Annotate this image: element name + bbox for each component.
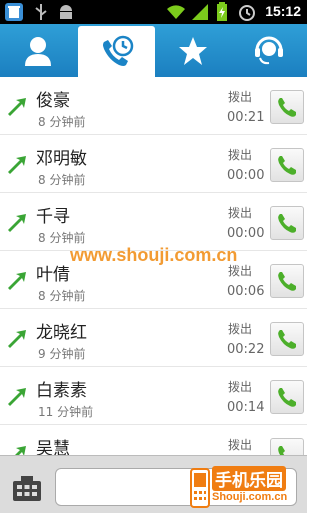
call-duration: 00:00 xyxy=(227,226,265,241)
trash-notification-icon xyxy=(5,3,23,21)
contact-name: 白素素 xyxy=(36,381,87,401)
contact-name: 吴慧 xyxy=(36,439,70,455)
phone-icon xyxy=(278,330,296,349)
phone-icon xyxy=(278,98,296,117)
outgoing-call-icon xyxy=(8,330,26,348)
phone-logo-icon xyxy=(190,468,210,508)
contact-name: 俊豪 xyxy=(36,91,70,111)
call-button[interactable] xyxy=(270,206,304,240)
call-time-ago: 8 分钟前 xyxy=(38,173,86,187)
call-log-row[interactable]: 吴慧 拨出 xyxy=(0,425,307,455)
star-icon xyxy=(179,36,207,65)
brand-logo: 手机乐园 Shouji.com.cn xyxy=(190,466,305,510)
call-type: 拨出 xyxy=(228,148,253,162)
phone-icon xyxy=(278,272,296,291)
call-log-row[interactable]: 白素素 11 分钟前 拨出 00:14 xyxy=(0,367,307,425)
outgoing-call-icon xyxy=(8,388,26,406)
contact-name: 龙晓红 xyxy=(36,323,87,343)
tab-contacts[interactable] xyxy=(0,24,76,77)
android-debug-icon xyxy=(60,5,72,19)
tab-groups[interactable] xyxy=(231,24,307,77)
phone-icon xyxy=(278,388,296,407)
call-duration: 00:14 xyxy=(227,400,265,415)
call-log-icon xyxy=(102,35,133,66)
signal-icon xyxy=(192,4,208,20)
status-time: 15:12 xyxy=(265,3,301,19)
phone-icon xyxy=(278,214,296,233)
phone-icon xyxy=(278,156,296,175)
contact-name: 千寻 xyxy=(36,207,70,227)
contact-name: 叶倩 xyxy=(36,265,70,285)
tab-call-log[interactable] xyxy=(78,26,155,77)
call-log-list[interactable]: 俊豪 8 分钟前 拨出 00:21 邓明敏 8 分钟前 拨出 00:00 千寻 … xyxy=(0,77,307,455)
watermark: www.shouji.com.cn xyxy=(70,245,238,265)
call-time-ago: 8 分钟前 xyxy=(38,231,86,245)
outgoing-call-icon xyxy=(8,214,26,232)
dialpad-button[interactable] xyxy=(12,476,42,506)
call-type: 拨出 xyxy=(228,322,253,336)
call-log-row[interactable]: 千寻 8 分钟前 拨出 00:00 xyxy=(0,193,307,251)
call-duration: 00:21 xyxy=(227,110,265,125)
wifi-icon xyxy=(167,5,185,19)
call-type: 拨出 xyxy=(228,380,253,394)
logo-text: 手机乐园 xyxy=(212,466,286,491)
call-duration: 00:06 xyxy=(227,284,265,299)
call-button[interactable] xyxy=(270,322,304,356)
call-time-ago: 8 分钟前 xyxy=(38,289,86,303)
call-time-ago: 9 分钟前 xyxy=(38,347,86,361)
logo-url: Shouji.com.cn xyxy=(212,491,288,503)
call-time-ago: 8 分钟前 xyxy=(38,115,86,129)
call-log-row[interactable]: 俊豪 8 分钟前 拨出 00:21 xyxy=(0,77,307,135)
phone-icon xyxy=(278,446,285,455)
call-button[interactable] xyxy=(270,264,304,298)
call-type: 拨出 xyxy=(228,206,253,220)
call-duration: 00:22 xyxy=(227,342,265,357)
usb-icon xyxy=(35,4,47,20)
tab-bar xyxy=(0,24,307,77)
outgoing-call-icon xyxy=(8,156,26,174)
contact-name: 邓明敏 xyxy=(36,149,87,169)
call-duration: 00:00 xyxy=(227,168,265,183)
alarm-icon xyxy=(239,5,255,21)
headset-icon xyxy=(255,36,283,64)
tab-favorites[interactable] xyxy=(155,24,231,77)
call-type: 拨出 xyxy=(228,90,253,104)
call-button[interactable] xyxy=(270,148,304,182)
call-time-ago: 11 分钟前 xyxy=(38,405,94,419)
call-log-row[interactable]: 邓明敏 8 分钟前 拨出 00:00 xyxy=(0,135,307,193)
dialpad-icon xyxy=(13,476,41,501)
person-icon xyxy=(25,36,51,66)
call-log-row[interactable]: 龙晓红 9 分钟前 拨出 00:22 xyxy=(0,309,307,367)
status-bar: 15:12 xyxy=(0,0,307,24)
outgoing-call-icon xyxy=(15,446,26,455)
battery-icon xyxy=(217,2,227,21)
call-button[interactable] xyxy=(270,438,304,455)
call-type: 拨出 xyxy=(228,438,253,452)
outgoing-call-icon xyxy=(8,272,26,290)
outgoing-call-icon xyxy=(8,98,26,116)
call-button[interactable] xyxy=(270,90,304,124)
call-button[interactable] xyxy=(270,380,304,414)
